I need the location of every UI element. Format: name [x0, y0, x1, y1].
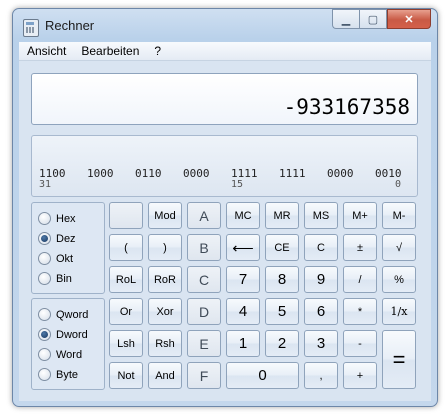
- radio-byte[interactable]: Byte: [38, 368, 78, 381]
- radio-dot: [38, 368, 51, 381]
- mod-button[interactable]: Mod: [148, 202, 182, 229]
- reciprocal-button[interactable]: 1/x: [382, 298, 416, 325]
- digit-4-button[interactable]: 4: [226, 298, 260, 325]
- menu-help[interactable]: ?: [146, 42, 168, 60]
- radio-dot: [38, 348, 51, 361]
- word-size-group: Qword Dword Word Byte: [31, 298, 105, 390]
- radio-hex[interactable]: Hex: [38, 212, 76, 225]
- divide-button[interactable]: /: [343, 266, 377, 293]
- hex-d-button[interactable]: D: [187, 298, 221, 325]
- radio-dword[interactable]: Dword: [38, 328, 88, 341]
- radio-dot-selected: [38, 232, 51, 245]
- blank-button: [109, 202, 143, 229]
- backspace-button[interactable]: ⟵: [226, 234, 260, 261]
- rotate-left-button[interactable]: RoL: [109, 266, 143, 293]
- display: -933167358: [31, 73, 418, 125]
- ms-button[interactable]: MS: [304, 202, 338, 229]
- bit-group: 1000: [87, 167, 114, 180]
- maximize-button[interactable]: ▢: [359, 9, 387, 29]
- digit-1-button[interactable]: 1: [226, 330, 260, 357]
- right-shift-button[interactable]: Rsh: [148, 330, 182, 357]
- maximize-icon: ▢: [367, 13, 379, 26]
- bit-group: 0000: [327, 167, 354, 180]
- square-root-button[interactable]: √: [382, 234, 416, 261]
- bit-group: 1111: [279, 167, 306, 180]
- clear-entry-button[interactable]: CE: [265, 234, 299, 261]
- equals-button[interactable]: =: [382, 330, 416, 389]
- negate-button[interactable]: ±: [343, 234, 377, 261]
- radio-dot: [38, 212, 51, 225]
- menu-bearbeiten[interactable]: Bearbeiten: [73, 42, 146, 60]
- radio-dez[interactable]: Dez: [38, 232, 76, 245]
- clear-button[interactable]: C: [304, 234, 338, 261]
- calculator-body: -933167358 1100 1000 0110 0000 1111 1111…: [19, 61, 431, 401]
- multiply-button[interactable]: *: [343, 298, 377, 325]
- radio-dot: [38, 272, 51, 285]
- number-base-group: Hex Dez Okt Bin: [31, 202, 105, 294]
- and-button[interactable]: And: [148, 362, 182, 389]
- bit-group: 0110: [135, 167, 162, 180]
- binary-display: 1100 1000 0110 0000 1111 1111 0000 0010 …: [31, 135, 418, 197]
- hex-c-button[interactable]: C: [187, 266, 221, 293]
- minimize-icon: ▁: [341, 13, 351, 26]
- or-button[interactable]: Or: [109, 298, 143, 325]
- xor-button[interactable]: Xor: [148, 298, 182, 325]
- close-icon: ✕: [404, 13, 414, 26]
- m-plus-button[interactable]: M+: [343, 202, 377, 229]
- subtract-button[interactable]: -: [343, 330, 377, 357]
- close-button[interactable]: ✕: [387, 9, 431, 29]
- caption-buttons: ▁ ▢ ✕: [332, 9, 431, 29]
- not-button[interactable]: Not: [109, 362, 143, 389]
- hex-f-button[interactable]: F: [187, 362, 221, 389]
- bit-position: 0: [395, 179, 402, 190]
- m-minus-button[interactable]: M-: [382, 202, 416, 229]
- digit-3-button[interactable]: 3: [304, 330, 338, 357]
- bit-group: 0000: [183, 167, 210, 180]
- digit-0-button[interactable]: 0: [226, 362, 299, 389]
- menu-bar: Ansicht Bearbeiten ?: [19, 42, 431, 61]
- digit-2-button[interactable]: 2: [265, 330, 299, 357]
- radio-dot: [38, 252, 51, 265]
- hex-b-button[interactable]: B: [187, 234, 221, 261]
- digit-5-button[interactable]: 5: [265, 298, 299, 325]
- close-paren-button[interactable]: ): [148, 234, 182, 261]
- digit-6-button[interactable]: 6: [304, 298, 338, 325]
- radio-dot-selected: [38, 328, 51, 341]
- digit-9-button[interactable]: 9: [304, 266, 338, 293]
- mc-button[interactable]: MC: [226, 202, 260, 229]
- bit-position: 31: [39, 179, 52, 190]
- display-value: -933167358: [283, 95, 410, 119]
- radio-bin[interactable]: Bin: [38, 272, 72, 285]
- calculator-icon: [23, 19, 39, 37]
- digit-7-button[interactable]: 7: [226, 266, 260, 293]
- decimal-button[interactable]: ,: [304, 362, 338, 389]
- calculator-window: Rechner ▁ ▢ ✕ Ansicht Bearbeiten ? -9331…: [12, 8, 438, 407]
- open-paren-button[interactable]: (: [109, 234, 143, 261]
- percent-button[interactable]: %: [382, 266, 416, 293]
- radio-word[interactable]: Word: [38, 348, 82, 361]
- rotate-right-button[interactable]: RoR: [148, 266, 182, 293]
- menu-ansicht[interactable]: Ansicht: [19, 42, 73, 60]
- radio-okt[interactable]: Okt: [38, 252, 73, 265]
- radio-dot: [38, 308, 51, 321]
- left-shift-button[interactable]: Lsh: [109, 330, 143, 357]
- mr-button[interactable]: MR: [265, 202, 299, 229]
- bit-position: 15: [231, 179, 244, 190]
- radio-qword[interactable]: Qword: [38, 308, 88, 321]
- digit-8-button[interactable]: 8: [265, 266, 299, 293]
- add-button[interactable]: +: [343, 362, 377, 389]
- window-title: Rechner: [45, 18, 95, 33]
- minimize-button[interactable]: ▁: [332, 9, 359, 29]
- hex-e-button[interactable]: E: [187, 330, 221, 357]
- hex-a-button[interactable]: A: [187, 202, 221, 229]
